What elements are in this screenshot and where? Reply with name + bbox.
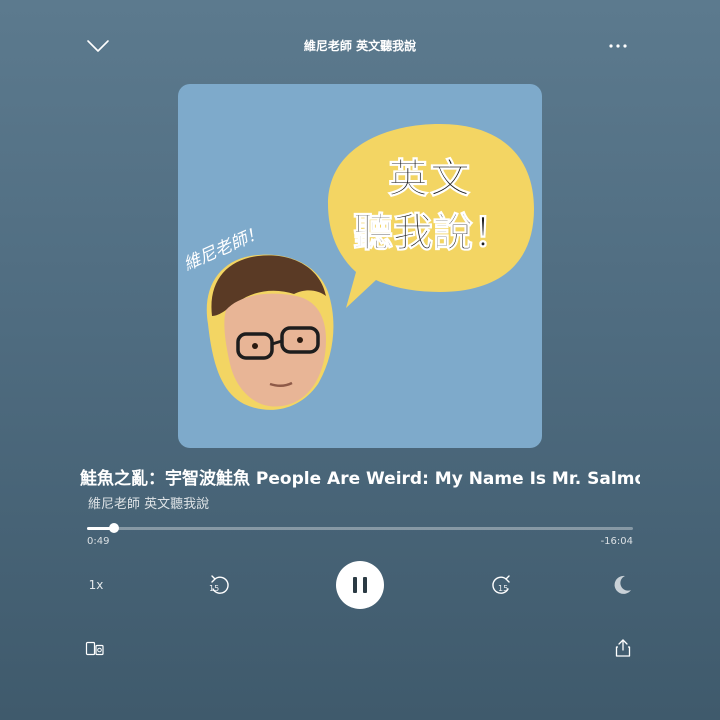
share-button[interactable] (614, 638, 632, 658)
time-elapsed: 0:49 (87, 536, 110, 547)
podcast-artwork: 英文 聽我說！ 維尼老師！ (178, 84, 542, 448)
progress-bar[interactable] (87, 523, 633, 533)
episode-title-text: 鮭魚之亂：宇智波鮭魚 People Are Weird: My Name Is … (80, 469, 640, 489)
pause-button[interactable] (336, 561, 384, 609)
player-header: 維尼老師 英文聽我說 (0, 0, 720, 90)
skip-forward-seconds: 15 (498, 584, 509, 593)
episode-title: 鮭魚之亂：宇智波鮭魚 People Are Weird: My Name Is … (80, 464, 640, 492)
connect-device-icon (85, 641, 104, 656)
progress-track (87, 527, 633, 530)
pause-bar-right (363, 577, 367, 593)
skip-back-seconds: 15 (209, 584, 220, 593)
connect-device-button[interactable] (85, 640, 105, 658)
pause-bar-left (353, 577, 357, 593)
eye-right (297, 337, 303, 343)
skip-back-15-button[interactable]: 15 (205, 573, 233, 597)
moon-icon (614, 575, 631, 594)
bubble-text-line1: 英文 (388, 156, 472, 203)
progress-knob[interactable] (109, 523, 120, 533)
bubble-text-line2: 聽我說！ (353, 210, 514, 257)
time-remaining: -16:04 (600, 536, 633, 547)
skip-forward-15-button[interactable]: 15 (488, 573, 516, 597)
playback-speed-button[interactable]: 1x (84, 574, 108, 596)
more-options-icon[interactable] (606, 36, 630, 56)
eye-left (252, 343, 258, 349)
artwork-illustration (206, 124, 534, 410)
sleep-timer-button[interactable] (610, 573, 634, 597)
show-name[interactable]: 維尼老師 英文聽我說 (88, 493, 209, 512)
share-icon (615, 639, 631, 657)
